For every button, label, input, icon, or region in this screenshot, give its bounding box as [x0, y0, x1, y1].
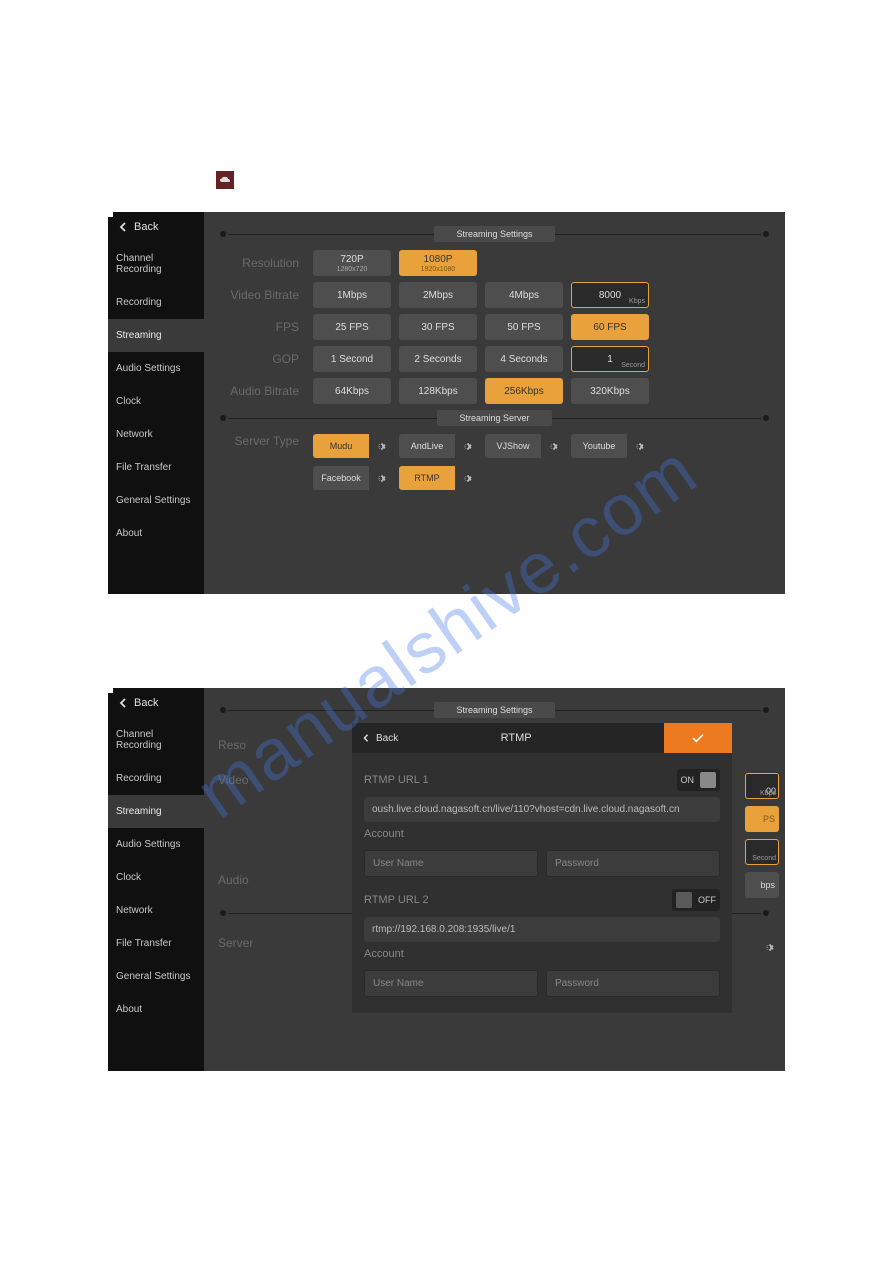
rtmp-url1-input[interactable]: oush.live.cloud.nagasoft.cn/live/110?vho… — [364, 797, 720, 822]
server-vjshow[interactable]: VJShow — [485, 434, 563, 458]
vbitrate-1m[interactable]: 1Mbps — [313, 282, 391, 308]
back-button[interactable]: Back — [108, 212, 204, 242]
server-facebook[interactable]: Facebook — [313, 466, 391, 490]
rtmp-url1-label: RTMP URL 1 — [364, 774, 429, 786]
peek-bitrate-input: 00Kbps — [745, 773, 779, 799]
section-divider-streaming: Streaming Settings — [218, 226, 771, 242]
rtmp-modal: Back RTMP RTMP URL 1 ON oush.live.cloud.… — [352, 723, 732, 1013]
sidebar-item-network[interactable]: Network — [108, 894, 204, 927]
sidebar-item-file-transfer[interactable]: File Transfer — [108, 451, 204, 484]
modal-confirm-button[interactable] — [664, 723, 732, 753]
rtmp-url1-toggle[interactable]: ON — [677, 769, 721, 791]
server-rtmp[interactable]: RTMP — [399, 466, 477, 490]
sidebar-item-general-settings[interactable]: General Settings — [108, 484, 204, 517]
username-input-1[interactable]: User Name — [364, 850, 538, 877]
gear-icon[interactable] — [455, 466, 477, 490]
account-label-1: Account — [364, 828, 404, 840]
gop-custom-input[interactable]: 1Second — [571, 346, 649, 372]
sidebar-item-clock[interactable]: Clock — [108, 385, 204, 418]
label-fps: FPS — [218, 320, 303, 334]
sidebar-item-about[interactable]: About — [108, 517, 204, 550]
fps-50[interactable]: 50 FPS — [485, 314, 563, 340]
username-input-2[interactable]: User Name — [364, 970, 538, 997]
sidebar-item-recording[interactable]: Recording — [108, 762, 204, 795]
label-gop: GOP — [218, 352, 303, 366]
vbitrate-4m[interactable]: 4Mbps — [485, 282, 563, 308]
password-input-2[interactable]: Password — [546, 970, 720, 997]
abitrate-320[interactable]: 320Kbps — [571, 378, 649, 404]
label-server-type: Server Type — [218, 434, 303, 448]
server-mudu[interactable]: Mudu — [313, 434, 391, 458]
gear-icon[interactable] — [541, 434, 563, 458]
rtmp-url2-label: RTMP URL 2 — [364, 894, 429, 906]
resolution-720p[interactable]: 720P1280x720 — [313, 250, 391, 276]
fps-30[interactable]: 30 FPS — [399, 314, 477, 340]
password-input-1[interactable]: Password — [546, 850, 720, 877]
section-title: Streaming Settings — [434, 702, 554, 718]
vbitrate-2m[interactable]: 2Mbps — [399, 282, 477, 308]
sidebar-item-recording[interactable]: Recording — [108, 286, 204, 319]
section-title-server: Streaming Server — [437, 410, 551, 426]
sidebar-item-audio-settings[interactable]: Audio Settings — [108, 352, 204, 385]
sidebar-item-network[interactable]: Network — [108, 418, 204, 451]
sidebar-item-clock[interactable]: Clock — [108, 861, 204, 894]
sidebar-item-channel-recording[interactable]: Channel Recording — [108, 242, 204, 286]
gop-4s[interactable]: 4 Seconds — [485, 346, 563, 372]
gear-icon[interactable] — [455, 434, 477, 458]
abitrate-64[interactable]: 64Kbps — [313, 378, 391, 404]
label-resolution: Resolution — [218, 256, 303, 270]
screenshot-streaming-settings: Back Channel Recording Recording Streami… — [108, 212, 785, 594]
sidebar-item-streaming[interactable]: Streaming — [108, 795, 204, 828]
server-youtube[interactable]: Youtube — [571, 434, 649, 458]
server-andlive[interactable]: AndLive — [399, 434, 477, 458]
main-panel: Streaming Settings Resolution 720P1280x7… — [204, 212, 785, 594]
account-label-2: Account — [364, 948, 404, 960]
vbitrate-custom-input[interactable]: 8000Kbps — [571, 282, 649, 308]
chevron-left-icon — [118, 222, 128, 232]
modal-header: Back RTMP — [352, 723, 732, 753]
peek-fps-60: PS — [745, 806, 779, 832]
gop-1s[interactable]: 1 Second — [313, 346, 391, 372]
section-title: Streaming Settings — [434, 226, 554, 242]
check-icon — [691, 733, 705, 743]
rtmp-url2-input[interactable]: rtmp://192.168.0.208:1935/live/1 — [364, 917, 720, 942]
label-video-bitrate: Video Bitrate — [218, 288, 303, 302]
resolution-1080p[interactable]: 1080P1920x1080 — [399, 250, 477, 276]
sidebar: Back Channel Recording Recording Streami… — [108, 688, 204, 1071]
sidebar-item-channel-recording[interactable]: Channel Recording — [108, 718, 204, 762]
section-divider-server: Streaming Server — [218, 410, 771, 426]
section-divider-streaming: Streaming Settings — [218, 702, 771, 718]
gear-icon[interactable] — [369, 434, 391, 458]
gear-icon[interactable] — [369, 466, 391, 490]
chevron-left-icon — [118, 698, 128, 708]
rtmp-url2-toggle[interactable]: OFF — [672, 889, 720, 911]
fps-25[interactable]: 25 FPS — [313, 314, 391, 340]
sidebar-item-about[interactable]: About — [108, 993, 204, 1026]
gop-2s[interactable]: 2 Seconds — [399, 346, 477, 372]
abitrate-128[interactable]: 128Kbps — [399, 378, 477, 404]
sidebar: Back Channel Recording Recording Streami… — [108, 212, 204, 594]
cloud-icon — [216, 171, 234, 189]
sidebar-item-streaming[interactable]: Streaming — [108, 319, 204, 352]
screenshot-rtmp-modal: Back Channel Recording Recording Streami… — [108, 688, 785, 1071]
peek-abitrate-320: bps — [745, 872, 779, 898]
sidebar-item-general-settings[interactable]: General Settings — [108, 960, 204, 993]
sidebar-item-file-transfer[interactable]: File Transfer — [108, 927, 204, 960]
peek-gear-icon — [757, 935, 779, 959]
main-panel-behind-modal: Streaming Settings Reso Video Audio Serv… — [204, 688, 785, 1071]
back-label: Back — [134, 221, 158, 233]
back-label: Back — [134, 697, 158, 709]
peek-gop-input: Second — [745, 839, 779, 865]
label-audio-bitrate: Audio Bitrate — [218, 384, 303, 398]
fps-60[interactable]: 60 FPS — [571, 314, 649, 340]
abitrate-256[interactable]: 256Kbps — [485, 378, 563, 404]
sidebar-item-audio-settings[interactable]: Audio Settings — [108, 828, 204, 861]
gear-icon[interactable] — [627, 434, 649, 458]
back-button[interactable]: Back — [108, 688, 204, 718]
modal-title: RTMP — [368, 732, 664, 744]
